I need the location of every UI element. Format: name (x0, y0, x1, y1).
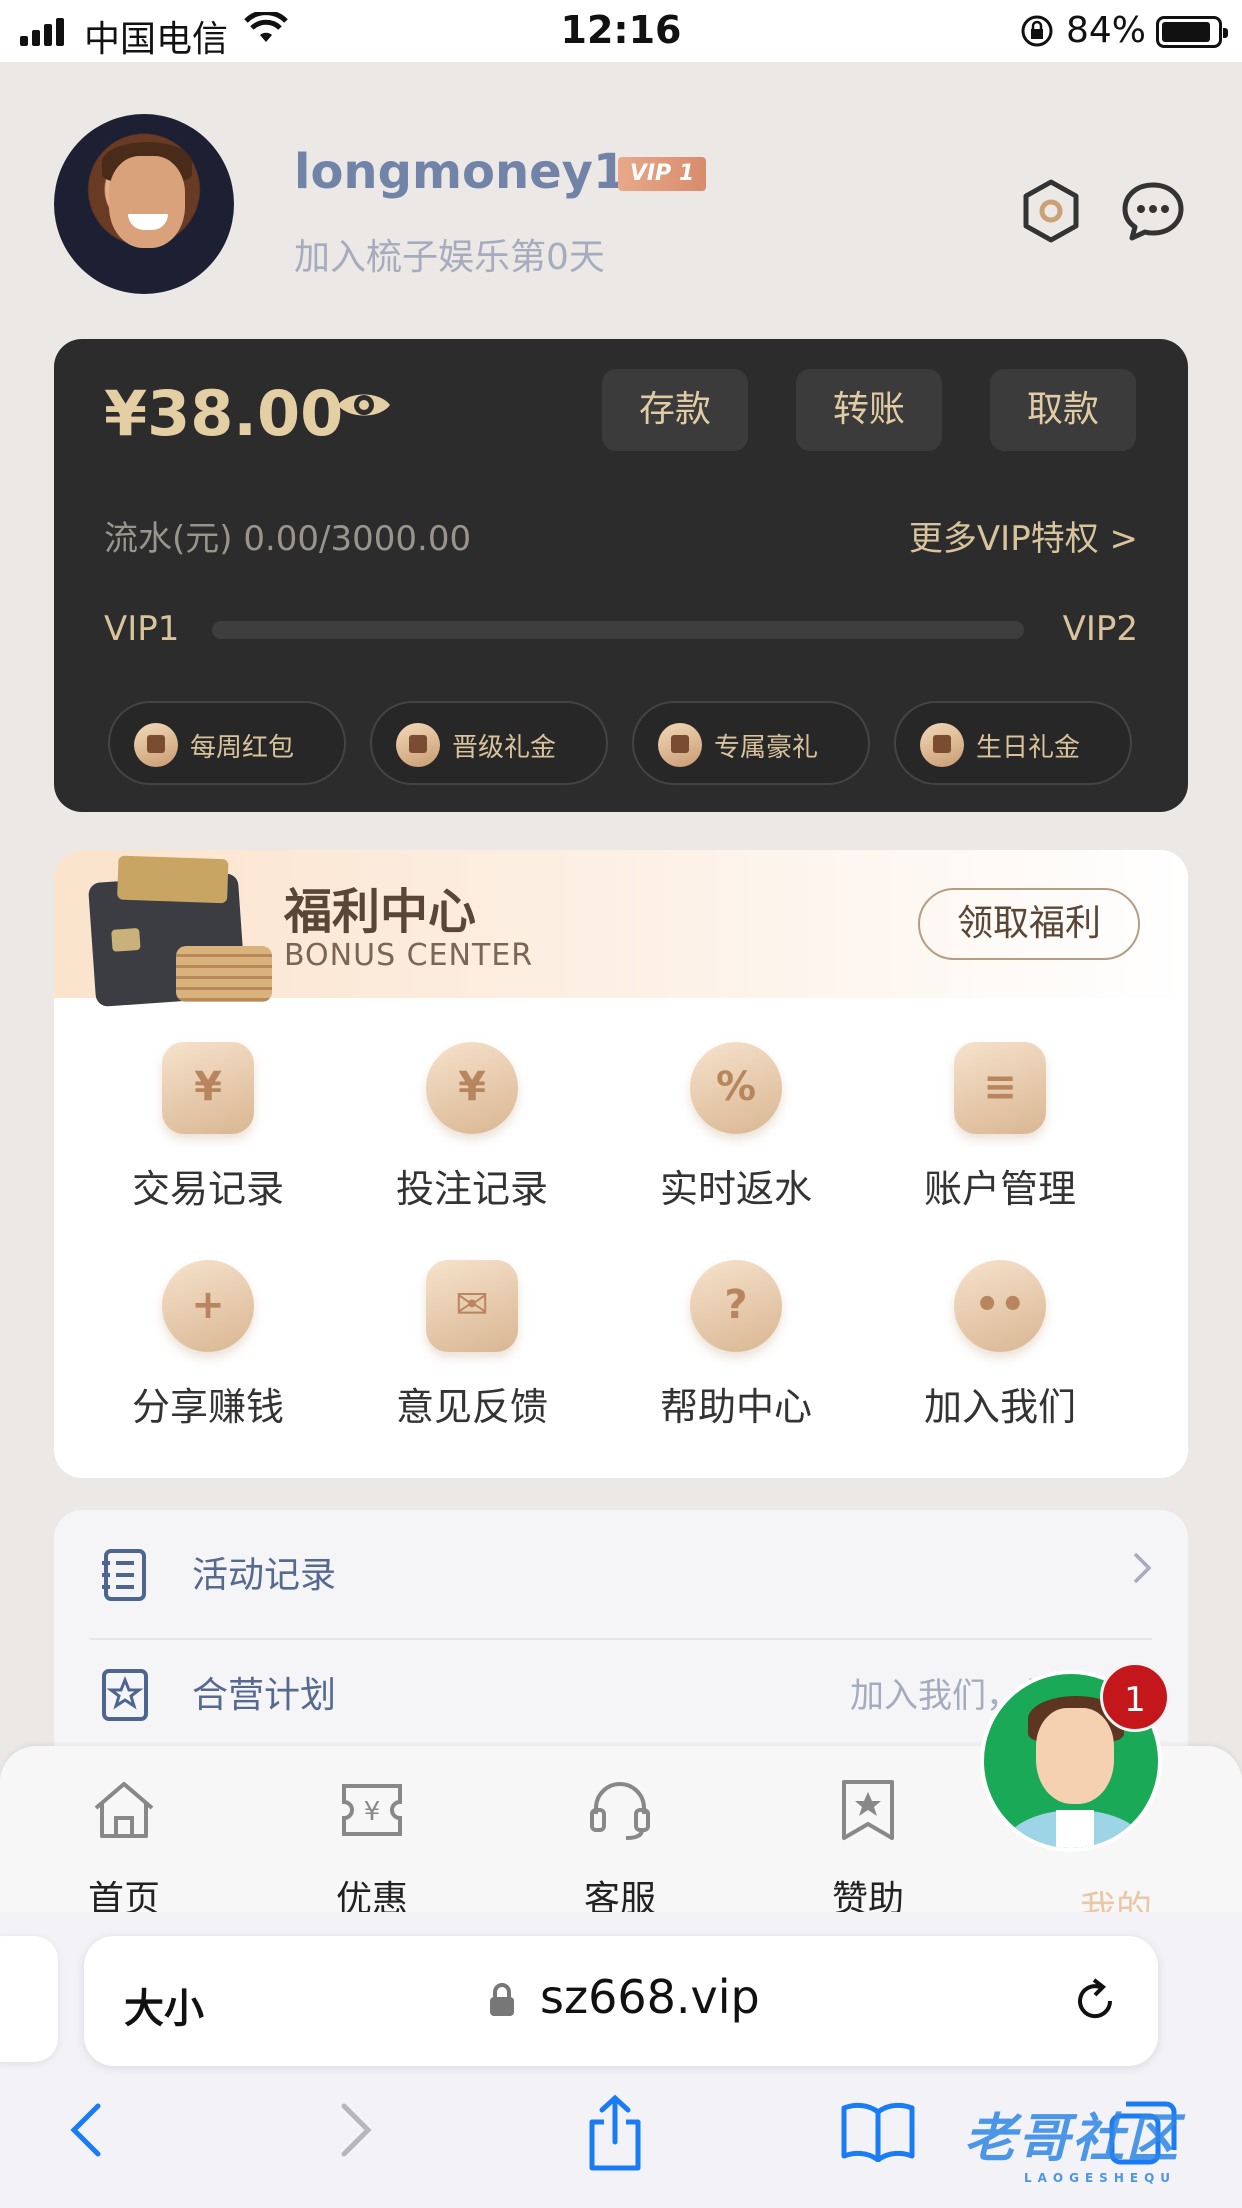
previous-tab-card[interactable] (0, 1936, 58, 2062)
vip-current-label: VIP1 (104, 609, 180, 649)
username: longmoney1 (294, 144, 627, 200)
grid-label: 帮助中心 (659, 1385, 812, 1429)
vip-next-label: VIP2 (1062, 609, 1138, 649)
redpacket-icon (134, 723, 178, 767)
star-badge-icon (102, 1669, 148, 1721)
withdraw-button[interactable]: 取款 (990, 369, 1136, 451)
yen-coin-icon: ¥ (426, 1042, 518, 1134)
watermark-text: 老哥社区 (964, 2109, 1181, 2169)
perk-label: 晋级礼金 (452, 733, 557, 763)
chevron-right-icon (1133, 1552, 1152, 1584)
join-us-item[interactable]: •• 加入我们 (868, 1260, 1132, 1450)
account-management-item[interactable]: ≡ 账户管理 (868, 1042, 1132, 1232)
birthday-gift-button[interactable]: 生日礼金 (894, 701, 1132, 785)
rotation-lock-icon (1021, 15, 1053, 47)
gift-icon (658, 723, 702, 767)
id-card-icon: ≡ (954, 1042, 1046, 1134)
turnover-text: 流水(元) 0.00/3000.00 (104, 519, 472, 559)
back-arrow-icon[interactable] (66, 2100, 106, 2160)
weekly-redpacket-button[interactable]: 每周红包 (108, 701, 346, 785)
people-icon: •• (954, 1260, 1046, 1352)
address-bar[interactable]: 大小 sz668.vip (84, 1936, 1158, 2066)
settings-icon[interactable] (1020, 178, 1082, 244)
perk-label: 生日礼金 (976, 733, 1081, 763)
status-bar: 中国电信 12:16 84% (0, 0, 1242, 62)
watermark-subtext: LAOGESHEQU (1024, 2171, 1177, 2185)
add-user-icon: + (162, 1260, 254, 1352)
bonus-center-subtitle: BONUS CENTER (284, 938, 534, 973)
grid-label: 实时返水 (659, 1167, 812, 1211)
bonus-center-header: 福利中心 BONUS CENTER 领取福利 (54, 850, 1188, 1008)
transaction-records-item[interactable]: ¥ 交易记录 (76, 1042, 340, 1232)
more-vip-link[interactable]: 更多VIP特权 > (909, 511, 1138, 560)
vip-badge: VIP 1 (618, 157, 706, 191)
notebook-icon (102, 1549, 146, 1601)
bookmark-star-icon (842, 1780, 894, 1840)
bonus-center-card: 福利中心 BONUS CENTER 领取福利 ¥ 交易记录 ¥ 投注记录 % 实… (54, 850, 1188, 1478)
question-icon: ? (690, 1260, 782, 1352)
perk-label: 专属豪礼 (714, 733, 819, 763)
share-earn-item[interactable]: + 分享赚钱 (76, 1260, 340, 1450)
forward-arrow-icon[interactable] (336, 2100, 376, 2160)
battery-icon (1156, 16, 1228, 48)
activity-records-row[interactable]: 活动记录 (54, 1510, 1188, 1630)
grid-label: 账户管理 (923, 1167, 1076, 1211)
claim-bonus-button[interactable]: 领取福利 (918, 888, 1140, 960)
url-text: sz668.vip (540, 1970, 760, 2024)
reload-icon[interactable] (1070, 1976, 1120, 2026)
tab-support[interactable]: 客服 (540, 1768, 700, 1920)
tab-home[interactable]: 首页 (44, 1768, 204, 1920)
headset-icon (590, 1782, 650, 1840)
clock: 12:16 (560, 8, 682, 52)
bookmarks-icon[interactable] (840, 2100, 916, 2162)
tab-promotions[interactable]: ¥ 优惠 (292, 1768, 452, 1920)
tab-sponsorship[interactable]: 赞助 (788, 1768, 948, 1920)
grid-label: 分享赚钱 (131, 1385, 284, 1429)
text-size-button[interactable]: 大小 (124, 1976, 204, 2034)
calendar-yen-icon: ¥ (162, 1042, 254, 1134)
coins-illustration (176, 946, 272, 1002)
deposit-button[interactable]: 存款 (602, 369, 748, 451)
join-days-text: 加入梳子娱乐第0天 (294, 237, 605, 278)
eye-icon[interactable] (336, 387, 392, 423)
vip-progress-bar (212, 621, 1024, 639)
row-label: 活动记录 (192, 1555, 337, 1596)
share-icon[interactable] (584, 2094, 646, 2172)
message-icon[interactable] (1120, 180, 1186, 242)
percent-badge-icon: % (690, 1042, 782, 1134)
avatar[interactable] (54, 114, 234, 294)
realtime-rebate-item[interactable]: % 实时返水 (604, 1042, 868, 1232)
notification-badge: 1 (1100, 1662, 1170, 1732)
row-label: 合营计划 (192, 1675, 337, 1716)
svg-text:¥: ¥ (364, 1797, 381, 1827)
watermark-logo: 老哥社区 LAOGESHEQU (964, 2096, 1180, 2185)
home-icon (94, 1782, 154, 1838)
grid-label: 投注记录 (395, 1167, 548, 1211)
upgrade-bonus-button[interactable]: 晋级礼金 (370, 701, 608, 785)
feedback-item[interactable]: ✉ 意见反馈 (340, 1260, 604, 1450)
lock-icon (490, 1983, 514, 2016)
grid-label: 加入我们 (923, 1385, 1076, 1429)
balance-amount: ¥38.00 (104, 377, 344, 450)
cake-icon (920, 723, 964, 767)
exclusive-gift-button[interactable]: 专属豪礼 (632, 701, 870, 785)
bonus-center-title: 福利中心 (284, 884, 477, 940)
wallet-card: ¥38.00 存款 转账 取款 流水(元) 0.00/3000.00 更多VIP… (54, 339, 1188, 812)
envelope-icon: ✉ (426, 1260, 518, 1352)
grid-label: 意见反馈 (395, 1385, 548, 1429)
help-center-item[interactable]: ? 帮助中心 (604, 1260, 868, 1450)
ticket-yen-icon: ¥ (342, 1784, 402, 1836)
transfer-button[interactable]: 转账 (796, 369, 942, 451)
grid-label: 交易记录 (131, 1167, 284, 1211)
perk-label: 每周红包 (190, 733, 295, 763)
battery-percent: 84% (1065, 10, 1146, 51)
upgrade-arrow-icon (396, 723, 440, 767)
bet-records-item[interactable]: ¥ 投注记录 (340, 1042, 604, 1232)
